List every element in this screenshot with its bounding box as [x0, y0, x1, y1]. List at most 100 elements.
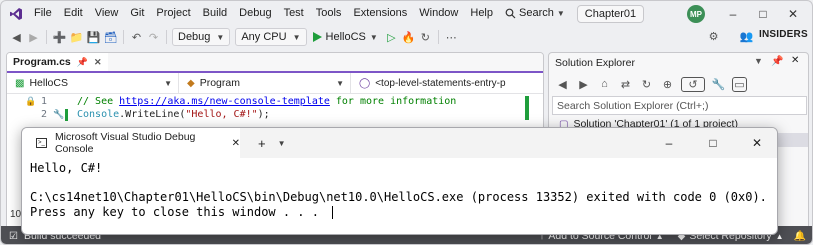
member-dropdown[interactable]: ◯ <top-level-statements-entry-p: [351, 73, 521, 94]
home-icon[interactable]: ⌂: [597, 77, 612, 92]
solution-search-placeholder: Search Solution Explorer (Ctrl+;): [557, 99, 709, 112]
toolbar-separator: [46, 30, 47, 44]
console-tab[interactable]: >_ Microsoft Visual Studio Debug Console…: [22, 128, 240, 158]
properties-icon[interactable]: 🔧: [711, 77, 726, 92]
chevron-down-icon[interactable]: ▼: [754, 56, 763, 66]
menu-test[interactable]: Test: [278, 1, 310, 26]
insiders-badge[interactable]: INSIDERS: [759, 29, 808, 40]
class-dropdown[interactable]: ◆ Program ▼: [179, 72, 351, 94]
pin-icon[interactable]: 📌: [77, 57, 88, 68]
new-tab-icon[interactable]: +: [258, 136, 266, 151]
terminal-icon: >_: [36, 138, 47, 148]
toolbar-separator: [437, 30, 439, 44]
project-dropdown[interactable]: ▩ HelloCS ▼: [7, 72, 179, 94]
code-line: 2 🔧 Console .WriteLine( "Hello, C#!" );: [7, 108, 543, 121]
class-label: Program: [199, 77, 240, 89]
code-line: 🔒 1 // See https://aka.ms/new-console-te…: [7, 95, 543, 108]
redo-icon[interactable]: ↷: [146, 30, 161, 45]
menu-git[interactable]: Git: [124, 1, 150, 26]
console-output[interactable]: Hello, C#! C:\cs14net10\Chapter01\HelloC…: [30, 161, 767, 219]
menu-window[interactable]: Window: [413, 1, 464, 26]
class-icon: ◆: [187, 77, 195, 89]
console-minimize-button[interactable]: –: [647, 136, 691, 150]
menu-debug[interactable]: Debug: [233, 1, 277, 26]
back-icon[interactable]: ◀: [555, 77, 570, 92]
chevron-down-icon: ▼: [336, 78, 344, 88]
solution-explorer-title: Solution Explorer: [555, 57, 635, 69]
solution-search-input[interactable]: Search Solution Explorer (Ctrl+;): [552, 96, 807, 115]
menu-file[interactable]: File: [28, 1, 58, 26]
configuration-dropdown[interactable]: Debug ▼: [172, 28, 231, 46]
close-button[interactable]: ✕: [783, 4, 803, 23]
play-icon: [312, 32, 322, 42]
start-without-debugging-icon[interactable]: ▷: [384, 30, 399, 45]
close-icon[interactable]: ✕: [791, 55, 799, 66]
maximize-button[interactable]: □: [753, 4, 773, 23]
change-marker: [65, 108, 68, 121]
solution-explorer-toolbar: ◀ ▶ ⌂ ⇄ ↻ ⊕ ↺ 🔧 ▭: [549, 73, 808, 95]
comment-text: for more information: [329, 96, 457, 107]
search-icon: [505, 8, 516, 19]
comment-link[interactable]: https://aka.ms/new-console-template: [119, 96, 330, 107]
tab-program-cs[interactable]: Program.cs 📌 ✕: [7, 53, 108, 71]
toolbar-separator: [166, 30, 167, 44]
platform-label: Any CPU: [241, 31, 287, 43]
git-icon[interactable]: ↺: [681, 76, 705, 92]
pin-icon[interactable]: 📌: [771, 56, 783, 67]
history-icon[interactable]: ↻: [639, 77, 654, 92]
quick-action-icon[interactable]: 🔧: [53, 110, 65, 120]
chevron-down-icon: ▼: [216, 32, 225, 42]
console-title-bar: >_ Microsoft Visual Studio Debug Console…: [22, 128, 777, 158]
forward-icon[interactable]: ▶: [576, 77, 591, 92]
toolbar-options-icon[interactable]: ⋯: [444, 30, 459, 45]
menu-tools[interactable]: Tools: [310, 1, 348, 26]
tab-label: Program.cs: [13, 56, 71, 68]
toolbar-separator: [123, 30, 124, 44]
notifications-icon[interactable]: 🔔: [794, 231, 806, 242]
menu-help[interactable]: Help: [464, 1, 499, 26]
solution-name-badge[interactable]: Chapter01: [576, 4, 645, 23]
close-tab-icon[interactable]: ✕: [232, 138, 240, 149]
visual-studio-window: File Edit View Git Project Build Debug T…: [0, 0, 813, 245]
configuration-label: Debug: [178, 31, 211, 43]
console-maximize-button[interactable]: □: [691, 136, 735, 150]
menu-extensions[interactable]: Extensions: [347, 1, 413, 26]
open-folder-icon[interactable]: 📁: [69, 30, 84, 45]
member-label: <top-level-statements-entry-p: [375, 77, 506, 89]
chevron-down-icon: ▼: [164, 78, 172, 88]
lock-icon: 🔒: [25, 96, 37, 107]
menu-project[interactable]: Project: [150, 1, 196, 26]
minimize-button[interactable]: –: [723, 4, 743, 23]
visual-studio-logo-icon: [4, 1, 28, 26]
comment-text: // See: [77, 96, 120, 107]
chevron-down-icon[interactable]: ▼: [278, 139, 286, 148]
console-close-button[interactable]: ✕: [735, 136, 777, 150]
chevron-down-icon: ▼: [292, 32, 301, 42]
save-all-icon[interactable]: 🗃: [103, 30, 118, 45]
avatar[interactable]: MP: [687, 5, 705, 23]
editor-tab-bar: Program.cs 📌 ✕: [7, 53, 543, 73]
save-icon[interactable]: 💾: [86, 30, 101, 45]
menu-build[interactable]: Build: [197, 1, 233, 26]
search-menu[interactable]: Search ▼: [499, 1, 571, 26]
chevron-down-icon: ▼: [369, 32, 378, 42]
hot-reload-icon[interactable]: 🔥: [401, 30, 416, 45]
platform-dropdown[interactable]: Any CPU ▼: [235, 28, 307, 46]
method-token: .WriteLine(: [119, 109, 186, 120]
forward-icon[interactable]: ▶: [26, 30, 41, 45]
csharp-project-icon: ▩: [15, 77, 25, 89]
new-item-icon[interactable]: ➕: [52, 30, 67, 45]
menu-view[interactable]: View: [89, 1, 125, 26]
github-copilot-icon[interactable]: ⚙: [706, 29, 721, 44]
menu-edit[interactable]: Edit: [58, 1, 89, 26]
close-tab-icon[interactable]: ✕: [94, 57, 102, 68]
run-button[interactable]: HelloCS ▼: [309, 28, 382, 46]
sync-icon[interactable]: ⇄: [618, 77, 633, 92]
refresh-icon[interactable]: ↻: [418, 30, 433, 45]
back-icon[interactable]: ◀: [9, 30, 24, 45]
undo-icon[interactable]: ↶: [129, 30, 144, 45]
preview-icon[interactable]: ▭: [732, 76, 747, 92]
live-share-icon[interactable]: 👥: [739, 29, 754, 44]
pending-changes-icon[interactable]: ⊕: [660, 77, 675, 92]
run-target-label: HelloCS: [325, 31, 366, 43]
